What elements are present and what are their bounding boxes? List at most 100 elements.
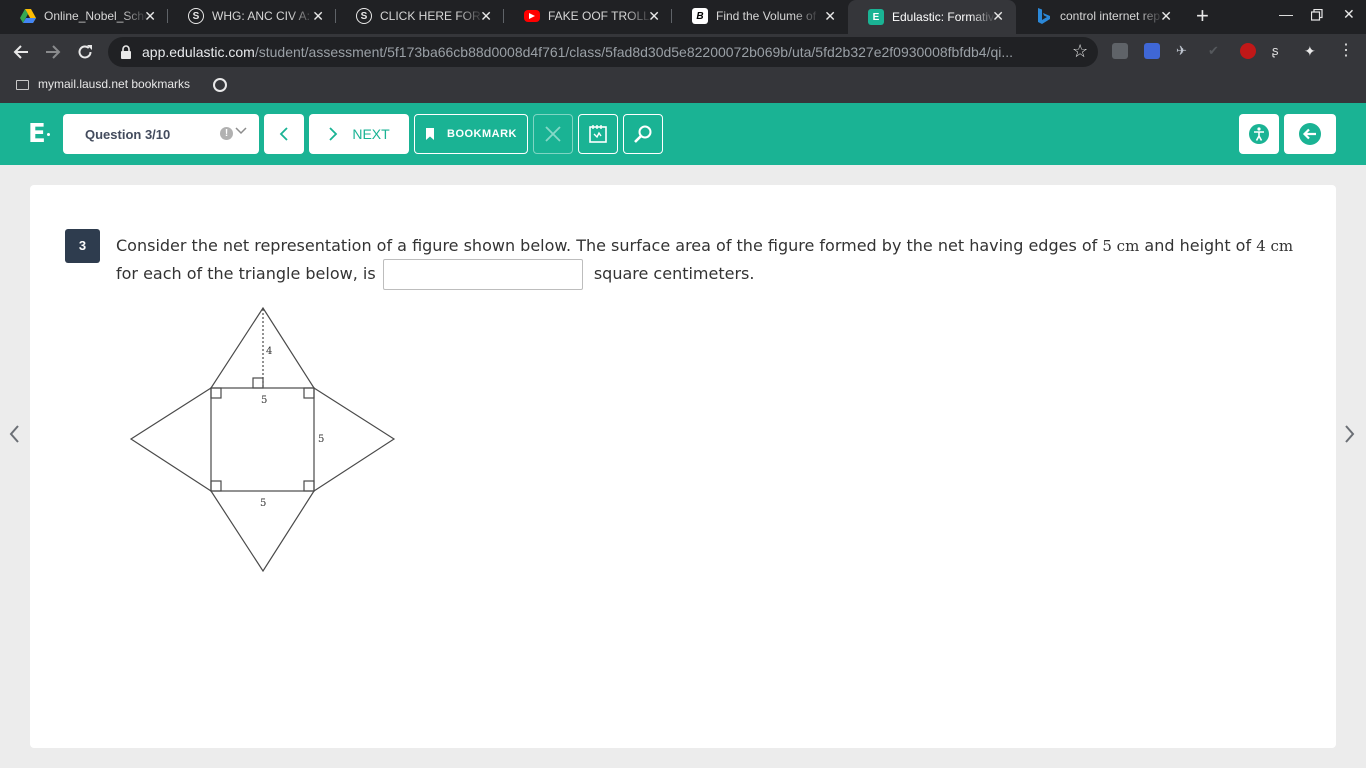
- tab-close-icon[interactable]: ✕: [480, 8, 492, 24]
- new-tab-plus-icon[interactable]: +: [1196, 5, 1209, 27]
- exit-arrow-icon: [1299, 123, 1321, 145]
- assessment-header: E Question 3/10 ! NEXT BOOKMARK: [0, 103, 1366, 165]
- tab-whg-anc-civ[interactable]: S WHG: ANC CIV A: T ✕: [168, 0, 336, 32]
- url-path: /student/assessment/5f173ba66cb88d0008d4…: [254, 44, 1014, 60]
- window-close-icon[interactable]: ✕: [1343, 6, 1355, 23]
- warning-icon: !: [220, 127, 233, 140]
- tab-title: CLICK HERE FOR TI: [380, 9, 484, 23]
- restore-icon[interactable]: [1310, 8, 1323, 24]
- reload-icon[interactable]: [73, 40, 97, 64]
- chevron-right-side-icon[interactable]: [1344, 424, 1356, 450]
- chevron-left-icon: [279, 127, 288, 141]
- schoology-icon: S: [188, 8, 204, 24]
- square-bottom-label: 5: [260, 498, 266, 509]
- globe-icon[interactable]: [213, 78, 227, 92]
- question-text-4: square centimeters.: [588, 264, 755, 283]
- minimize-icon[interactable]: —: [1279, 6, 1293, 22]
- lock-icon: [121, 45, 131, 59]
- bookmarks-bar: mymail.lausd.net bookmarks: [0, 70, 1366, 103]
- tab-find-volume[interactable]: B Find the Volume of ✕: [672, 0, 848, 32]
- question-text-3: for each of the triangle below, is: [116, 264, 381, 283]
- tab-close-icon[interactable]: ✕: [648, 8, 660, 24]
- logo-dot: [47, 133, 50, 136]
- question-text-2: and height of: [1139, 236, 1257, 255]
- tab-youtube[interactable]: FAKE OOF TROLLIN ✕: [504, 0, 672, 32]
- browser-toolbar: app.edulastic.com/student/assessment/5f1…: [0, 34, 1366, 70]
- scratchpad-icon: [589, 125, 607, 143]
- tab-online-nobel[interactable]: Online_Nobel_Scho ✕: [0, 0, 168, 32]
- question-selector-label: Question 3/10: [85, 127, 171, 142]
- cross-icon: [545, 126, 561, 142]
- right-angle-mark: [303, 387, 315, 399]
- tab-title: Find the Volume of: [716, 9, 817, 23]
- brainly-icon: B: [692, 8, 708, 24]
- eliminate-answer-button[interactable]: [533, 114, 573, 154]
- accessibility-button[interactable]: [1239, 114, 1279, 154]
- edge-value: 5 cm: [1102, 237, 1140, 255]
- forward-arrow-icon[interactable]: [41, 40, 65, 64]
- height-value: 4 cm: [1256, 237, 1294, 255]
- chevron-right-icon: [329, 127, 338, 141]
- browser-menu-icon[interactable]: ⋮: [1338, 43, 1354, 59]
- browser-tab-strip: Online_Nobel_Scho ✕ S WHG: ANC CIV A: T …: [0, 0, 1366, 34]
- back-arrow-icon[interactable]: [9, 40, 33, 64]
- tab-close-icon[interactable]: ✕: [144, 8, 156, 24]
- extension-g-icon[interactable]: [1112, 43, 1128, 59]
- tab-title: WHG: ANC CIV A: T: [212, 9, 316, 23]
- bookmark-button[interactable]: BOOKMARK: [414, 114, 528, 154]
- exit-assessment-button[interactable]: [1284, 114, 1336, 154]
- bookmark-folder-mymail[interactable]: mymail.lausd.net bookmarks: [38, 77, 190, 91]
- tab-close-icon[interactable]: ✕: [824, 8, 836, 24]
- answer-input[interactable]: [382, 259, 583, 290]
- previous-question-button[interactable]: [264, 114, 304, 154]
- tab-close-icon[interactable]: ✕: [1160, 8, 1172, 24]
- right-angle-mark: [252, 377, 264, 389]
- bookmark-button-label: BOOKMARK: [447, 128, 517, 140]
- url-text: app.edulastic.com/student/assessment/5f1…: [142, 44, 1062, 60]
- chevron-down-icon: [235, 124, 247, 138]
- tab-click-here[interactable]: S CLICK HERE FOR TI ✕: [336, 0, 504, 32]
- bing-icon: [1036, 8, 1052, 24]
- schoology-icon: S: [356, 8, 372, 24]
- extension-ladybug-icon[interactable]: [1240, 43, 1256, 59]
- height-label: 4: [266, 346, 272, 357]
- youtube-icon: [524, 10, 540, 22]
- question-number-badge: 3: [65, 229, 100, 263]
- extension-bird-icon[interactable]: ✈: [1176, 43, 1192, 59]
- extension-s-icon[interactable]: ʂ: [1272, 43, 1288, 59]
- edulastic-icon: E: [868, 9, 884, 25]
- tab-title: Edulastic: Formativ: [892, 10, 995, 24]
- net-triangle-top: [210, 306, 315, 389]
- pyramid-net-figure: 4 5 5 5: [129, 306, 396, 573]
- tab-close-icon[interactable]: ✕: [312, 8, 324, 24]
- right-angle-mark: [210, 480, 222, 492]
- square-top-label: 5: [261, 395, 267, 406]
- right-angle-mark: [303, 480, 315, 492]
- square-right-label: 5: [318, 434, 324, 445]
- search-icon: [634, 125, 652, 143]
- bookmark-star-icon[interactable]: ☆: [1072, 41, 1088, 62]
- question-stem: Consider the net representation of a fig…: [116, 233, 1306, 290]
- question-selector[interactable]: Question 3/10 !: [63, 114, 259, 154]
- right-angle-mark: [210, 387, 222, 399]
- tab-title: Online_Nobel_Scho: [44, 9, 148, 23]
- extension-check-icon[interactable]: ✔: [1208, 43, 1224, 59]
- address-bar[interactable]: app.edulastic.com/student/assessment/5f1…: [108, 37, 1098, 67]
- tab-edulastic[interactable]: E Edulastic: Formativ ✕: [848, 0, 1016, 34]
- tab-title: control internet rep: [1060, 9, 1161, 23]
- tab-close-icon[interactable]: ✕: [992, 8, 1004, 24]
- edulastic-logo: E: [28, 119, 46, 149]
- chevron-left-side-icon[interactable]: [8, 424, 20, 450]
- net-triangle-right: [313, 387, 396, 492]
- question-card: 3 Consider the net representation of a f…: [30, 185, 1336, 748]
- question-text-1: Consider the net representation of a fig…: [116, 236, 1103, 255]
- bookmark-flag-icon: [426, 128, 434, 140]
- extension-calendar-icon[interactable]: [1144, 43, 1160, 59]
- scratchpad-button[interactable]: [578, 114, 618, 154]
- tab-bing[interactable]: control internet rep ✕: [1016, 0, 1184, 32]
- tab-title: FAKE OOF TROLLIN: [548, 9, 652, 23]
- extensions-puzzle-icon[interactable]: ✦: [1304, 43, 1320, 59]
- next-button-label: NEXT: [352, 126, 390, 142]
- next-question-button[interactable]: NEXT: [309, 114, 409, 154]
- magnifier-button[interactable]: [623, 114, 663, 154]
